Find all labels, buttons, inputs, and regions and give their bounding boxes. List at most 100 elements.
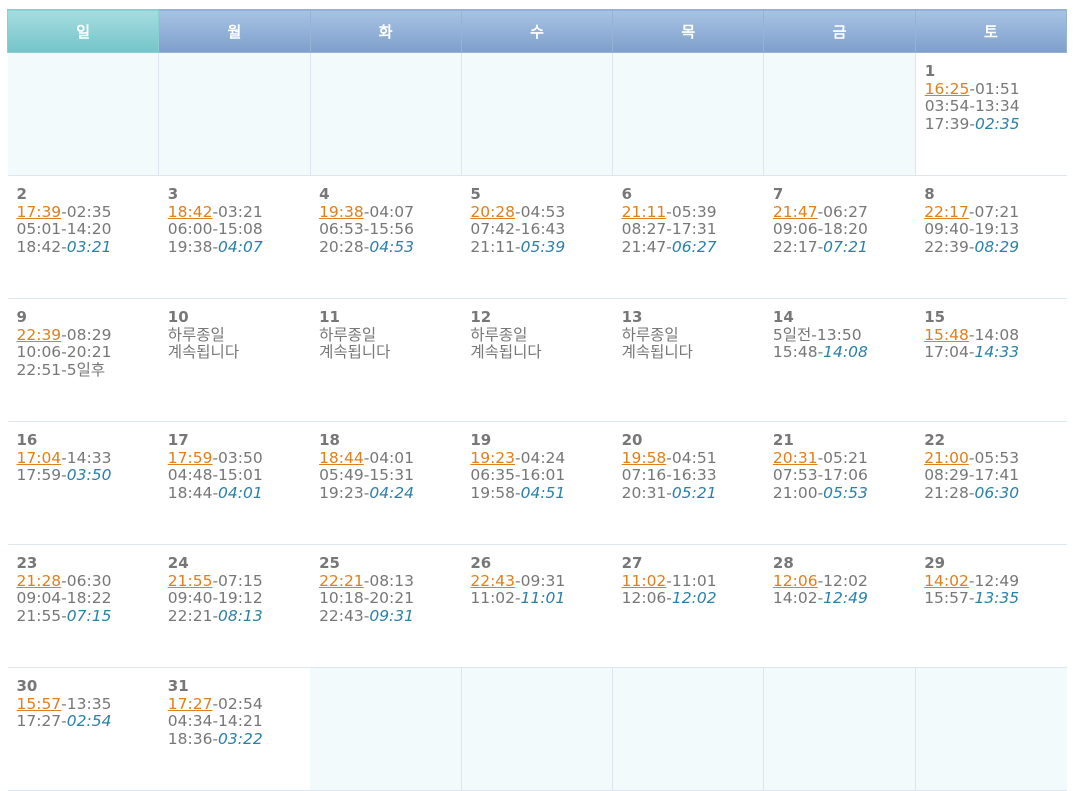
time-text: 20:31- — [621, 483, 672, 502]
time-line: 16:25-01:51 — [925, 80, 1067, 99]
weekday-mon: 월 — [158, 9, 311, 53]
week-row: 23 21:28-06:30 09:04-18:22 21:55-07:15 24 21:… — [7, 544, 1067, 668]
all-day-text: 하루종일 계속됩니다 — [319, 325, 391, 361]
highlight-time: 21:55 — [167, 571, 213, 590]
time-line: 22:43-09:31 — [470, 572, 612, 591]
time-line: 04:48-15:01 — [167, 466, 310, 485]
day-cell: 11 하루종일 계속됩니다 — [310, 298, 462, 422]
time-text: 07:53-17:06 — [772, 466, 868, 484]
empty-day-cell — [310, 667, 462, 791]
time-line: 11:02-11:01 — [622, 572, 764, 591]
day-number: 13 — [621, 308, 643, 326]
time-line: 03:54-13:34 — [925, 97, 1067, 116]
time-text: 04:34-14:21 — [167, 712, 263, 730]
time-text: 10:18-20:21 — [319, 589, 414, 607]
time-text: 14:02- — [772, 589, 824, 607]
time-text: 07:16-16:33 — [621, 466, 717, 484]
weekday-sat: 토 — [914, 9, 1068, 53]
end-time: 14:33 — [974, 343, 1020, 361]
time-text: 09:40-19:13 — [924, 220, 1020, 238]
day-cell: 14 5일전-13:50 15:48-14:08 — [763, 298, 916, 422]
time-line: 21:11-05:39 — [470, 237, 612, 257]
weekday-wed: 수 — [460, 9, 614, 53]
highlight-time: 17:04 — [16, 448, 62, 467]
day-number: 2 — [16, 185, 27, 203]
end-time: 09:31 — [369, 606, 414, 625]
time-line: 17:27-02:54 — [17, 712, 159, 731]
time-line: 22:17-07:21 — [924, 202, 1066, 222]
time-text: 22:51-5일후 — [16, 360, 106, 379]
time-text: 21:11- — [470, 237, 521, 256]
end-time: 07:15 — [66, 606, 112, 625]
day-number: 6 — [621, 185, 633, 203]
end-time: 11:01 — [520, 589, 566, 607]
day-number: 14 — [772, 308, 794, 326]
moon-calendar: 일 월 화 수 목 금 토 1 16:25-01:51 03:54-13:34 17:… — [6, 9, 1068, 791]
time-line: 20:31-05:21 — [773, 448, 915, 468]
day-number: 24 — [167, 554, 189, 572]
empty-day-cell — [612, 52, 765, 176]
time-line: 19:23-04:24 — [470, 449, 612, 468]
day-cell: 5 20:28-04:53 07:42-16:43 21:11-05:39 — [461, 175, 613, 299]
week-row: 30 15:57-13:35 17:27-02:54 31 17:27-02:54 04:… — [7, 667, 1067, 791]
time-line: 19:38-04:07 — [319, 203, 461, 222]
day-cell: 8 22:17-07:21 09:40-19:13 22:39-08:29 — [915, 175, 1067, 299]
day-number: 10 — [167, 308, 189, 326]
time-line: 22:21-08:13 — [168, 607, 310, 626]
time-line: 20:28-04:53 — [470, 202, 612, 222]
time-text: 21:00- — [772, 483, 824, 502]
highlight-time: 20:28 — [470, 202, 516, 221]
end-time: 05:53 — [823, 483, 868, 502]
time-text: 22:43- — [319, 606, 370, 625]
day-cell: 1 16:25-01:51 03:54-13:34 17:39-02:35 — [915, 52, 1067, 176]
time-line: 22:39-08:29 — [17, 325, 159, 345]
day-cell: 2 17:39-02:35 05:01-14:20 18:42-03:21 — [7, 175, 159, 299]
end-time: 08:29 — [974, 237, 1020, 256]
time-text: -05:21 — [817, 448, 868, 467]
end-time: 04:51 — [520, 483, 566, 502]
day-cell: 13 하루종일 계속됩니다 — [612, 298, 764, 422]
end-time: 12:02 — [671, 589, 717, 607]
time-line: 18:42-03:21 — [17, 238, 159, 257]
time-text: 15:57- — [924, 589, 975, 607]
day-cell: 4 19:38-04:07 06:53-15:56 20:28-04:53 — [310, 175, 462, 299]
time-line: 15:57-13:35 — [924, 589, 1066, 608]
end-time: 04:07 — [218, 237, 263, 256]
highlight-time: 21:47 — [772, 202, 818, 221]
highlight-time: 15:57 — [16, 694, 62, 713]
time-line: 21:11-05:39 — [622, 202, 764, 222]
all-day-text: 하루종일 계속됩니다 — [167, 325, 240, 361]
time-line: 17:39-02:35 — [925, 115, 1067, 134]
day-number: 21 — [772, 431, 794, 449]
time-text: 10:06-20:21 — [16, 343, 112, 361]
time-line: 17:59-03:50 — [168, 449, 310, 468]
time-text: -06:30 — [61, 571, 112, 590]
time-line: 15:48-14:08 — [773, 343, 915, 362]
highlight-time: 22:21 — [319, 571, 364, 590]
empty-day-cell — [7, 52, 160, 176]
time-text: -14:08 — [968, 325, 1020, 344]
time-text: -08:29 — [61, 325, 112, 344]
time-text: -02:54 — [212, 694, 263, 713]
end-time: 03:50 — [66, 466, 112, 484]
time-text: 19:23- — [319, 483, 370, 502]
time-text: 22:17- — [772, 237, 824, 256]
end-time: 04:01 — [218, 483, 263, 502]
time-line: 17:59-03:50 — [17, 466, 159, 485]
day-cell: 15 15:48-14:08 17:04-14:33 — [915, 298, 1067, 422]
time-text: -04:01 — [363, 448, 414, 467]
time-line: 18:42-03:21 — [168, 203, 310, 222]
time-text: 08:29-17:41 — [924, 466, 1020, 484]
time-line: 21:55-07:15 — [167, 571, 310, 591]
time-text: -05:39 — [666, 202, 717, 221]
calendar-grid: 일 월 화 수 목 금 토 1 16:25-01:51 03:54-13:34 17:… — [6, 9, 1068, 791]
weekday-fri: 금 — [763, 9, 916, 53]
week-row: 9 22:39-08:29 10:06-20:21 22:51-5일후 10 하루종일 계… — [7, 298, 1067, 422]
time-line: 07:42-16:43 — [470, 220, 612, 239]
time-line: 10:06-20:21 — [16, 343, 159, 362]
end-time: 03:22 — [218, 729, 263, 748]
time-text: 04:48-15:01 — [167, 466, 263, 484]
time-text: -07:21 — [968, 202, 1020, 221]
time-line: 18:44-04:01 — [319, 448, 461, 468]
day-cell: 18 18:44-04:01 05:49-15:31 19:23-04:24 — [310, 421, 462, 545]
